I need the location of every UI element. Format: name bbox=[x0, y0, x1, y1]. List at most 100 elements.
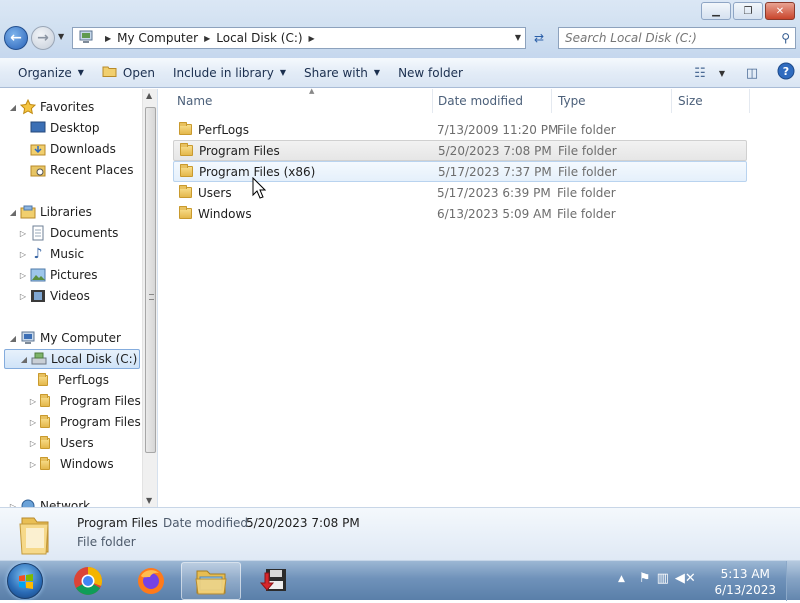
drive-icon bbox=[31, 351, 47, 367]
search-input[interactable] bbox=[565, 31, 765, 45]
file-row-windows[interactable]: Windows 6/13/2023 5:09 AM File folder bbox=[173, 203, 747, 224]
window-controls: ▁ ❐ ✕ bbox=[701, 2, 795, 20]
forward-button[interactable]: → bbox=[31, 26, 55, 50]
nav-label: My Computer bbox=[40, 331, 121, 345]
new-folder-button[interactable]: New folder bbox=[389, 61, 472, 85]
column-header-type[interactable]: Type bbox=[552, 89, 672, 113]
nav-label: Videos bbox=[50, 289, 90, 303]
breadcrumb-my-computer[interactable]: My Computer bbox=[117, 31, 198, 45]
chevron-down-icon: ▼ bbox=[373, 68, 381, 77]
organize-label: Organize bbox=[18, 65, 72, 80]
file-date: 5/17/2023 6:39 PM bbox=[437, 185, 551, 200]
nav-program-files-x86[interactable]: ▷ Program Files ( bbox=[28, 412, 149, 432]
search-icon[interactable]: ⚲ bbox=[781, 31, 790, 45]
back-arrow-icon: ← bbox=[10, 30, 22, 46]
change-view-dropdown[interactable]: ▼ bbox=[714, 61, 730, 85]
details-date-value: 5/20/2023 7:08 PM bbox=[246, 516, 360, 530]
expand-arrow-icon[interactable]: ▷ bbox=[18, 292, 28, 301]
change-view-button[interactable]: ☷ bbox=[686, 61, 714, 85]
scroll-down-icon[interactable]: ▼ bbox=[146, 496, 152, 505]
volume-muted-icon[interactable]: ◀✕ bbox=[675, 571, 696, 586]
nav-local-disk[interactable]: ◢ Local Disk (C:) bbox=[4, 349, 140, 369]
nav-downloads[interactable]: Downloads bbox=[30, 139, 116, 159]
minimize-button[interactable]: ▁ bbox=[701, 2, 731, 20]
expand-arrow-icon[interactable]: ▷ bbox=[28, 439, 38, 448]
column-header-name[interactable]: Name ▲ bbox=[171, 87, 433, 113]
start-button[interactable] bbox=[7, 563, 43, 599]
nav-pictures[interactable]: ▷ Pictures bbox=[18, 265, 98, 285]
breadcrumb-separator[interactable]: ▶ bbox=[105, 34, 111, 43]
expand-arrow-icon[interactable]: ▷ bbox=[18, 250, 28, 259]
taskbar-windows-explorer[interactable] bbox=[181, 562, 241, 600]
mouse-cursor-icon bbox=[252, 177, 266, 199]
network-status-icon[interactable]: ▥ bbox=[657, 571, 669, 586]
maximize-button[interactable]: ❐ bbox=[733, 2, 763, 20]
collapse-arrow-icon[interactable]: ◢ bbox=[8, 208, 18, 217]
nav-libraries[interactable]: ◢ Libraries bbox=[8, 202, 92, 222]
back-button[interactable]: ← bbox=[4, 26, 28, 50]
file-name: Windows bbox=[198, 206, 252, 221]
open-button[interactable]: Open bbox=[93, 61, 164, 85]
chrome-icon bbox=[74, 567, 103, 595]
nav-desktop[interactable]: Desktop bbox=[30, 118, 100, 138]
collapse-arrow-icon[interactable]: ◢ bbox=[8, 334, 18, 343]
show-desktop-button[interactable] bbox=[786, 561, 800, 601]
file-row-perflogs[interactable]: PerfLogs 7/13/2009 11:20 PM File folder bbox=[173, 119, 747, 140]
show-hidden-icons-button[interactable]: ▲ bbox=[618, 574, 625, 584]
nav-program-files[interactable]: ▷ Program Files bbox=[28, 391, 141, 411]
address-history-dropdown[interactable]: ▼ bbox=[515, 33, 521, 42]
expand-arrow-icon[interactable]: ▷ bbox=[18, 229, 28, 238]
collapse-arrow-icon[interactable]: ◢ bbox=[19, 355, 29, 364]
nav-music[interactable]: ▷ ♪ Music bbox=[18, 244, 84, 264]
scroll-up-icon[interactable]: ▲ bbox=[146, 91, 152, 100]
navigation-pane: ◢ Favorites Desktop Downloads Recent Pla… bbox=[0, 89, 158, 507]
column-header-size[interactable]: Size bbox=[672, 89, 750, 113]
breadcrumb-separator[interactable]: ▶ bbox=[204, 34, 210, 43]
column-header-date-modified[interactable]: Date modified bbox=[432, 89, 552, 113]
include-in-library-menu[interactable]: Include in library ▼ bbox=[164, 61, 295, 85]
breadcrumb-separator[interactable]: ▶ bbox=[309, 34, 315, 43]
file-row-program-files[interactable]: Program Files 5/20/2023 7:08 PM File fol… bbox=[173, 140, 747, 161]
taskbar-clock[interactable]: 5:13 AM 6/13/2023 bbox=[714, 566, 776, 598]
videos-icon bbox=[30, 288, 46, 304]
taskbar-installer[interactable] bbox=[243, 562, 303, 600]
expand-arrow-icon[interactable]: ▷ bbox=[18, 271, 28, 280]
refresh-button[interactable]: ⇄ bbox=[530, 29, 548, 47]
explorer-folder-icon bbox=[195, 570, 227, 595]
preview-pane-button[interactable]: ◫ bbox=[738, 61, 766, 85]
address-bar[interactable]: ▶ My Computer ▶ Local Disk (C:) ▶ ▼ bbox=[72, 27, 526, 49]
nav-my-computer[interactable]: ◢ My Computer bbox=[8, 328, 121, 348]
nav-documents[interactable]: ▷ Documents bbox=[18, 223, 118, 243]
file-name-cell: PerfLogs bbox=[179, 122, 249, 137]
action-center-flag-icon[interactable]: ⚑ bbox=[639, 571, 651, 586]
folder-icon bbox=[38, 372, 54, 388]
nav-recent-places[interactable]: Recent Places bbox=[30, 160, 133, 180]
organize-menu[interactable]: Organize ▼ bbox=[9, 61, 93, 85]
expand-arrow-icon[interactable]: ▷ bbox=[28, 418, 38, 427]
file-name-cell: Program Files (x86) bbox=[180, 164, 315, 179]
expand-arrow-icon[interactable]: ▷ bbox=[28, 397, 38, 406]
help-button[interactable]: ? bbox=[772, 61, 800, 85]
nav-perflogs[interactable]: PerfLogs bbox=[38, 370, 109, 390]
nav-network[interactable]: ▷ Network bbox=[8, 496, 90, 507]
scroll-thumb[interactable] bbox=[145, 107, 156, 453]
nav-users[interactable]: ▷ Users bbox=[28, 433, 94, 453]
nav-windows[interactable]: ▷ Windows bbox=[28, 454, 114, 474]
folder-icon bbox=[179, 185, 192, 198]
folder-icon bbox=[179, 206, 192, 219]
taskbar: ▲ ⚑ ▥ ◀✕ 5:13 AM 6/13/2023 bbox=[0, 560, 800, 601]
window-titlebar: ▁ ❐ ✕ ← → ▼ ▶ My Computer ▶ Local Disk (… bbox=[0, 0, 800, 58]
close-button[interactable]: ✕ bbox=[765, 2, 795, 20]
recent-pages-dropdown[interactable]: ▼ bbox=[58, 32, 64, 41]
nav-scrollbar[interactable]: ▲ ▼ bbox=[142, 89, 157, 507]
collapse-arrow-icon[interactable]: ◢ bbox=[8, 103, 18, 112]
nav-favorites[interactable]: ◢ Favorites bbox=[8, 97, 94, 117]
search-box[interactable]: ⚲ bbox=[558, 27, 796, 49]
details-pane: Program Files Date modified: 5/20/2023 7… bbox=[0, 507, 800, 560]
taskbar-firefox[interactable] bbox=[121, 562, 181, 600]
breadcrumb-local-disk[interactable]: Local Disk (C:) bbox=[216, 31, 302, 45]
share-with-menu[interactable]: Share with ▼ bbox=[295, 61, 389, 85]
taskbar-chrome[interactable] bbox=[58, 562, 118, 600]
nav-videos[interactable]: ▷ Videos bbox=[18, 286, 90, 306]
expand-arrow-icon[interactable]: ▷ bbox=[28, 460, 38, 469]
